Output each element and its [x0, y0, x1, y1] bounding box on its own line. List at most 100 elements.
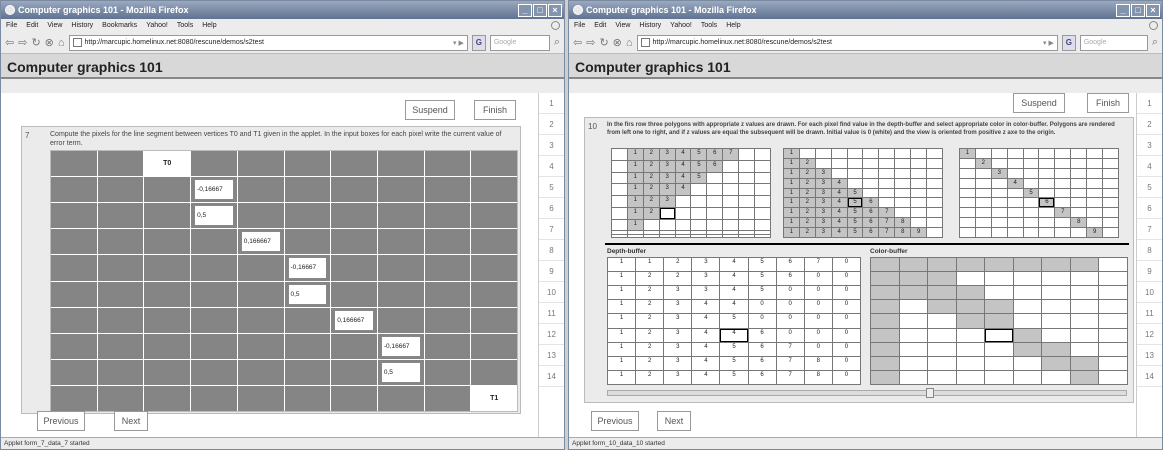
color-cell[interactable] [1042, 314, 1070, 328]
depth-cell[interactable]: 3 [692, 258, 720, 272]
color-cell[interactable] [899, 272, 928, 286]
error-term-input[interactable]: -0,16667 [194, 179, 234, 201]
depth-cell[interactable]: 0 [804, 342, 832, 356]
error-term-input[interactable]: 0,5 [194, 205, 234, 227]
finish-button[interactable]: Finish [1087, 93, 1129, 113]
depth-cell[interactable]: 8 [804, 370, 832, 384]
depth-cell[interactable]: 0 [748, 300, 776, 314]
color-cell[interactable] [1042, 342, 1070, 356]
page-link-12[interactable]: 12 [539, 324, 564, 345]
depth-cell[interactable]: 0 [804, 328, 832, 342]
depth-cell[interactable]: 0 [832, 314, 860, 328]
depth-cell[interactable]: 2 [636, 286, 664, 300]
color-cell[interactable] [985, 272, 1013, 286]
depth-cell[interactable]: 4 [720, 328, 748, 342]
depth-cell[interactable]: 2 [636, 328, 664, 342]
color-cell[interactable] [985, 286, 1013, 300]
suspend-button[interactable]: Suspend [1013, 93, 1065, 113]
depth-cell[interactable]: 7 [776, 370, 804, 384]
color-cell[interactable] [956, 314, 985, 328]
depth-cell[interactable]: 6 [748, 370, 776, 384]
color-cell[interactable] [1099, 314, 1127, 328]
color-cell[interactable] [928, 328, 956, 342]
depth-cell[interactable]: 4 [692, 342, 720, 356]
page-link-10[interactable]: 10 [539, 282, 564, 303]
color-cell[interactable] [1070, 342, 1099, 356]
color-cell[interactable] [871, 328, 899, 342]
back-arrow-icon[interactable]: ⇦ [573, 36, 582, 49]
color-cell[interactable] [956, 370, 985, 384]
depth-cell[interactable]: 0 [776, 328, 804, 342]
depth-cell[interactable]: 2 [636, 356, 664, 370]
color-cell[interactable] [1042, 370, 1070, 384]
color-cell[interactable] [1042, 356, 1070, 370]
color-cell[interactable] [928, 272, 956, 286]
color-cell[interactable] [1042, 300, 1070, 314]
depth-cell[interactable]: 0 [832, 286, 860, 300]
previous-button[interactable]: Previous [591, 411, 639, 431]
color-cell[interactable] [1070, 370, 1099, 384]
color-cell[interactable] [1042, 286, 1070, 300]
back-arrow-icon[interactable]: ⇦ [5, 36, 14, 49]
depth-cell[interactable]: 3 [692, 286, 720, 300]
dropdown-icon[interactable]: ▾ ▶ [1043, 39, 1054, 47]
page-link-1[interactable]: 1 [539, 93, 564, 114]
depth-cell[interactable]: 2 [636, 370, 664, 384]
color-cell[interactable] [871, 272, 899, 286]
menu-yahoo[interactable]: Yahoo! [670, 22, 692, 29]
color-cell[interactable] [1099, 342, 1127, 356]
page-link-5[interactable]: 5 [539, 177, 564, 198]
depth-cell[interactable]: 3 [664, 328, 692, 342]
page-link-3[interactable]: 3 [1137, 135, 1162, 156]
error-term-input[interactable]: 0,166667 [334, 309, 374, 331]
color-cell[interactable] [956, 342, 985, 356]
color-cell[interactable] [1013, 370, 1042, 384]
page-link-14[interactable]: 14 [539, 366, 564, 387]
color-cell[interactable] [899, 314, 928, 328]
depth-cell[interactable]: 0 [748, 314, 776, 328]
depth-cell[interactable]: 0 [776, 286, 804, 300]
page-link-9[interactable]: 9 [1137, 261, 1162, 282]
depth-cell[interactable]: 1 [608, 258, 636, 272]
depth-cell[interactable]: 0 [776, 300, 804, 314]
close-button[interactable]: × [548, 3, 562, 17]
color-cell[interactable] [1070, 286, 1099, 300]
depth-cell[interactable]: 0 [804, 286, 832, 300]
depth-cell[interactable]: 5 [748, 272, 776, 286]
menu-view[interactable]: View [615, 22, 630, 29]
color-cell[interactable] [1042, 272, 1070, 286]
color-cell[interactable] [871, 286, 899, 300]
depth-cell[interactable]: 2 [636, 342, 664, 356]
depth-cell[interactable]: 4 [720, 258, 748, 272]
color-cell[interactable] [1070, 328, 1099, 342]
search-engine-icon[interactable]: G [471, 34, 486, 51]
depth-cell[interactable]: 0 [804, 272, 832, 286]
color-cell[interactable] [956, 300, 985, 314]
color-cell[interactable] [985, 258, 1013, 272]
menu-edit[interactable]: Edit [594, 22, 606, 29]
color-cell[interactable] [928, 258, 956, 272]
color-cell[interactable] [1099, 258, 1127, 272]
depth-cell[interactable]: 6 [748, 328, 776, 342]
color-cell[interactable] [1042, 258, 1070, 272]
page-link-2[interactable]: 2 [1137, 114, 1162, 135]
depth-cell[interactable]: 7 [776, 356, 804, 370]
color-cell[interactable] [1070, 300, 1099, 314]
color-cell[interactable] [1099, 356, 1127, 370]
depth-cell[interactable]: 0 [832, 328, 860, 342]
color-cell[interactable] [899, 356, 928, 370]
depth-cell[interactable]: 1 [608, 356, 636, 370]
color-cell[interactable] [928, 300, 956, 314]
error-term-input[interactable]: 0,5 [287, 283, 328, 305]
color-cell[interactable] [899, 370, 928, 384]
depth-cell[interactable]: 0 [832, 342, 860, 356]
color-cell[interactable] [985, 342, 1013, 356]
reload-icon[interactable]: ↻ [31, 36, 40, 49]
depth-cell[interactable]: 0 [804, 300, 832, 314]
error-term-input[interactable]: 0,5 [380, 361, 421, 383]
depth-cell[interactable]: 1 [608, 286, 636, 300]
color-cell[interactable] [1013, 272, 1042, 286]
depth-cell[interactable]: 6 [748, 342, 776, 356]
color-cell[interactable] [1013, 356, 1042, 370]
color-cell[interactable] [1099, 272, 1127, 286]
